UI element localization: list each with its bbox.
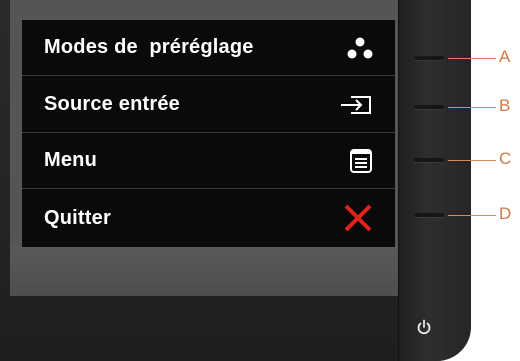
- callout-line-d: [448, 215, 496, 216]
- screen-background: [10, 246, 398, 296]
- preset-modes-icon: [347, 37, 373, 59]
- callout-label-d: D: [499, 204, 512, 223]
- osd-item-label: Menu: [44, 149, 98, 171]
- callout-line-a: [448, 58, 496, 59]
- osd-item-label: Modes de préréglage: [44, 36, 254, 58]
- osd-item-input-source[interactable]: Source entrée: [22, 77, 395, 133]
- osd-item-menu[interactable]: Menu: [22, 133, 395, 189]
- hardware-button-b[interactable]: [414, 105, 444, 109]
- menu-icon: [349, 148, 373, 174]
- osd-menu: Modes de préréglage Source entrée Menu Q…: [22, 20, 395, 247]
- callout-label-a: A: [499, 47, 511, 66]
- hardware-button-d[interactable]: [414, 213, 444, 217]
- osd-item-preset-modes[interactable]: Modes de préréglage: [22, 20, 395, 76]
- hardware-button-c[interactable]: [414, 158, 444, 162]
- osd-item-exit[interactable]: Quitter: [22, 190, 395, 246]
- hardware-button-a[interactable]: [414, 56, 444, 60]
- close-icon: [343, 203, 373, 233]
- osd-item-label: Source entrée: [44, 93, 180, 115]
- callout-line-c: [448, 160, 496, 161]
- callout-label-b: B: [499, 96, 511, 115]
- callout-label-c: C: [499, 149, 512, 168]
- input-source-icon: [339, 94, 373, 116]
- osd-item-label: Quitter: [44, 206, 111, 229]
- bezel-side-panel: [398, 0, 471, 361]
- power-icon: [417, 319, 431, 335]
- power-button[interactable]: [413, 316, 435, 338]
- callout-line-b: [448, 107, 496, 108]
